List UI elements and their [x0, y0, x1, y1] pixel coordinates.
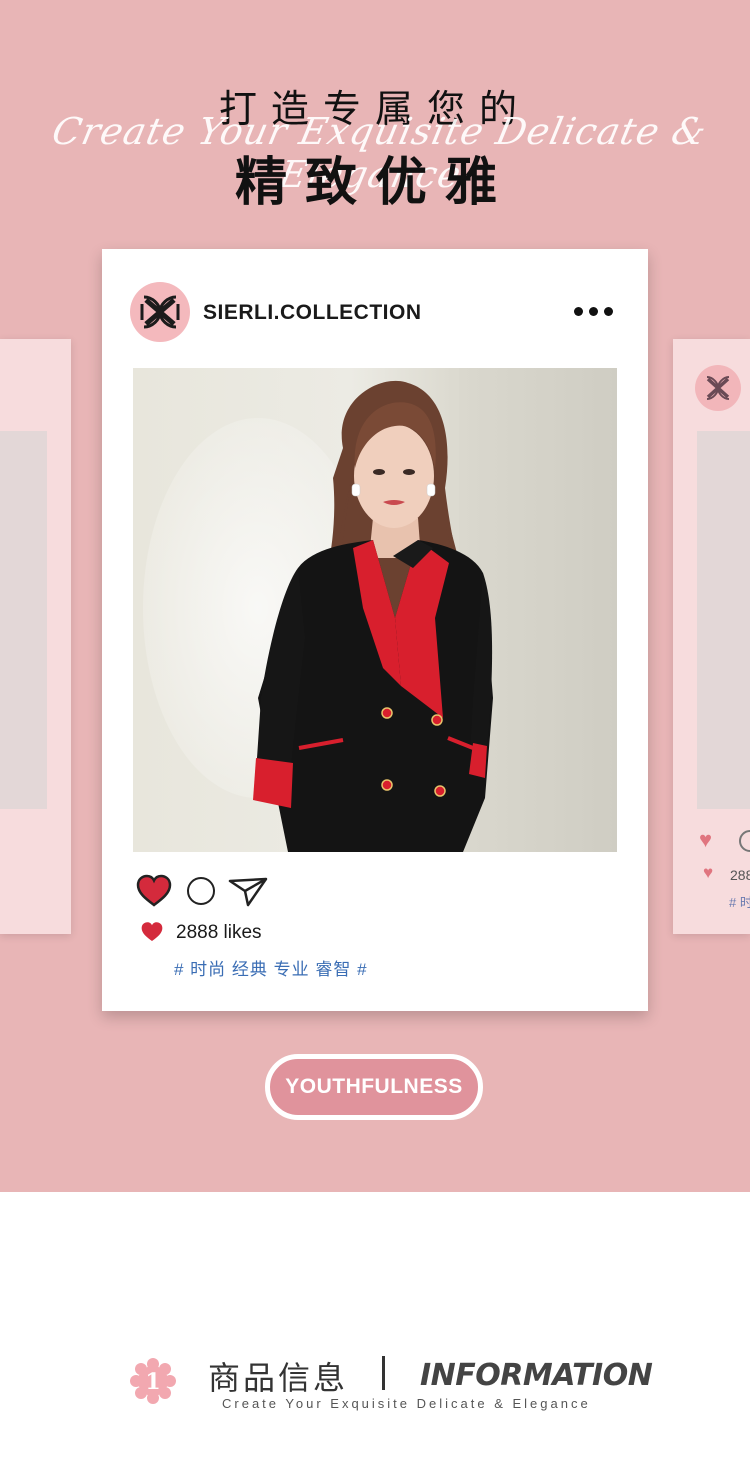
side-card-avatar	[695, 365, 741, 411]
side-heart-icon: ♥	[699, 827, 713, 852]
post-actions	[136, 874, 276, 910]
flower-number-badge: 1	[130, 1358, 176, 1404]
info-divider	[382, 1356, 385, 1390]
side-like-heart-icon: ♥	[703, 863, 714, 882]
sierli-logo-icon	[140, 295, 180, 329]
side-card-left[interactable]	[0, 339, 71, 934]
post-card: SIERLI.COLLECTION 2888 likes # 时尚 经典 专业 …	[102, 249, 648, 1011]
side-comment-icon	[739, 830, 750, 852]
info-title-en: INFORMATION	[420, 1358, 653, 1393]
side-card-right-photo	[697, 431, 750, 809]
account-name[interactable]: SIERLI.COLLECTION	[203, 301, 422, 325]
likes-heart-icon	[140, 921, 164, 948]
side-hashtags: # 时	[729, 895, 750, 910]
model-illustration	[253, 380, 493, 852]
more-dots-icon[interactable]	[574, 307, 614, 317]
info-title-cn: 商品信息	[208, 1359, 349, 1397]
post-photo[interactable]	[133, 368, 617, 852]
send-icon[interactable]	[228, 875, 268, 912]
youthfulness-button[interactable]: YOUTHFULNESS	[265, 1054, 483, 1120]
hero-section: 打造专属您的 Create Your Exquisite Delicate & …	[0, 0, 750, 1192]
likes-count[interactable]: 2888 likes	[176, 922, 262, 944]
side-card-right[interactable]: ♥ ♥ 288 # 时	[673, 339, 750, 934]
comment-icon[interactable]	[187, 877, 215, 905]
headline-line-2: 精致优雅	[234, 153, 515, 213]
sierli-logo-icon	[706, 376, 730, 400]
side-card-left-photo	[0, 431, 47, 809]
heart-icon[interactable]	[136, 874, 172, 913]
account-avatar[interactable]	[130, 282, 190, 342]
badge-number: 1	[145, 1369, 160, 1395]
youthfulness-label: YOUTHFULNESS	[285, 1075, 463, 1098]
post-hashtags[interactable]: # 时尚 经典 专业 睿智 #	[174, 955, 368, 980]
side-likes-count: 288	[730, 867, 750, 883]
info-subtitle: Create Your Exquisite Delicate & Eleganc…	[222, 1396, 591, 1411]
